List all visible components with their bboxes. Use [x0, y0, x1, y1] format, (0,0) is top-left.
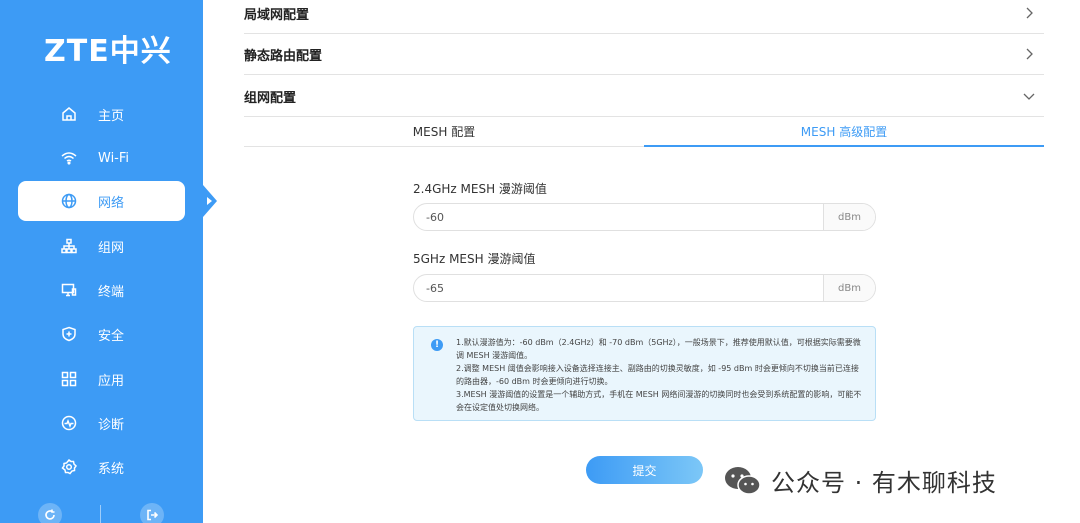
info-icon: ! [431, 339, 443, 351]
section-static-route-config[interactable]: 静态路由配置 [244, 34, 1044, 75]
info-line: 2.调整 MESH 阈值会影响接入设备选择连接主、副路由的切换灵敏度，如 -95… [456, 364, 859, 386]
sidebar-item-label: 系统 [98, 461, 125, 477]
bottom-divider [100, 505, 101, 523]
home-icon [60, 105, 78, 123]
sidebar-item-system[interactable]: 系统 [18, 447, 185, 487]
section-title: 静态路由配置 [244, 48, 323, 64]
logout-icon [147, 509, 158, 521]
diagnosis-icon [60, 414, 78, 432]
unit-label: dBm [823, 275, 875, 301]
roaming-threshold-5ghz-input[interactable] [414, 275, 823, 301]
apps-icon [60, 370, 78, 388]
refresh-button[interactable] [38, 503, 62, 523]
roaming-threshold-24ghz-input[interactable] [414, 204, 823, 230]
shield-icon [60, 325, 78, 343]
sidebar-item-label: 安全 [98, 328, 125, 344]
sidebar-item-label: 组网 [98, 240, 125, 256]
submit-button[interactable]: 提交 [586, 456, 703, 484]
sidebar-item-apps[interactable]: 应用 [18, 359, 185, 399]
chevron-right-icon [1022, 47, 1036, 61]
sidebar-item-wifi[interactable]: Wi-Fi [18, 138, 185, 178]
sidebar: ZTE中兴 主页 Wi-Fi 网络 组网 终端 安全 应用 诊断 系统 [0, 0, 203, 523]
wechat-icon [723, 465, 763, 497]
sidebar-item-label: 诊断 [98, 417, 125, 433]
sidebar-item-home[interactable]: 主页 [18, 94, 185, 134]
section-lan-config[interactable]: 局域网配置 [244, 0, 1044, 34]
sidebar-item-diagnosis[interactable]: 诊断 [18, 403, 185, 443]
section-title: 局域网配置 [244, 7, 310, 23]
watermark: 公众号 · 有木聊科技 [723, 463, 997, 498]
refresh-icon [45, 509, 55, 520]
chevron-down-icon [1022, 89, 1036, 103]
unit-label: dBm [823, 204, 875, 230]
section-mesh-config[interactable]: 组网配置 [244, 76, 1044, 117]
sidebar-item-label: 终端 [98, 284, 125, 300]
monitor-icon [60, 281, 78, 299]
chevron-right-icon [1022, 6, 1036, 20]
network-icon [60, 237, 78, 255]
sidebar-item-mesh[interactable]: 组网 [18, 226, 185, 266]
info-text: 1.默认漫游值为：-60 dBm（2.4GHz）和 -70 dBm（5GHz），… [456, 336, 866, 414]
sidebar-item-label: 主页 [98, 108, 125, 124]
active-indicator-dot [207, 197, 212, 205]
field-5ghz-label: 5GHz MESH 漫游阈值 [413, 252, 536, 266]
wifi-icon [60, 149, 78, 167]
tab-mesh-config[interactable]: MESH 配置 [244, 117, 644, 147]
section-title: 组网配置 [244, 90, 297, 106]
sidebar-item-label: 网络 [98, 195, 125, 211]
info-line: 1.默认漫游值为：-60 dBm（2.4GHz）和 -70 dBm（5GHz），… [456, 338, 861, 360]
field-24ghz-container: dBm [413, 203, 876, 231]
zte-logo: ZTE中兴 [44, 34, 172, 69]
sidebar-item-network[interactable]: 网络 [18, 181, 185, 221]
logout-button[interactable] [140, 503, 164, 523]
sidebar-item-security[interactable]: 安全 [18, 314, 185, 354]
field-24ghz-label: 2.4GHz MESH 漫游阈值 [413, 182, 547, 196]
field-5ghz-container: dBm [413, 274, 876, 302]
globe-icon [60, 192, 78, 210]
sidebar-item-devices[interactable]: 终端 [18, 270, 185, 310]
gear-icon [60, 458, 78, 476]
tab-mesh-advanced-config[interactable]: MESH 高级配置 [644, 117, 1044, 147]
info-line: 3.MESH 漫游阈值的设置是一个辅助方式，手机在 MESH 网络间漫游的切换同… [456, 390, 862, 412]
sidebar-item-label: 应用 [98, 373, 125, 389]
watermark-text: 公众号 · 有木聊科技 [771, 469, 997, 497]
mesh-tabs: MESH 配置 MESH 高级配置 [244, 117, 1044, 147]
info-box: ! 1.默认漫游值为：-60 dBm（2.4GHz）和 -70 dBm（5GHz… [413, 326, 876, 421]
sidebar-item-label: Wi-Fi [98, 150, 130, 166]
